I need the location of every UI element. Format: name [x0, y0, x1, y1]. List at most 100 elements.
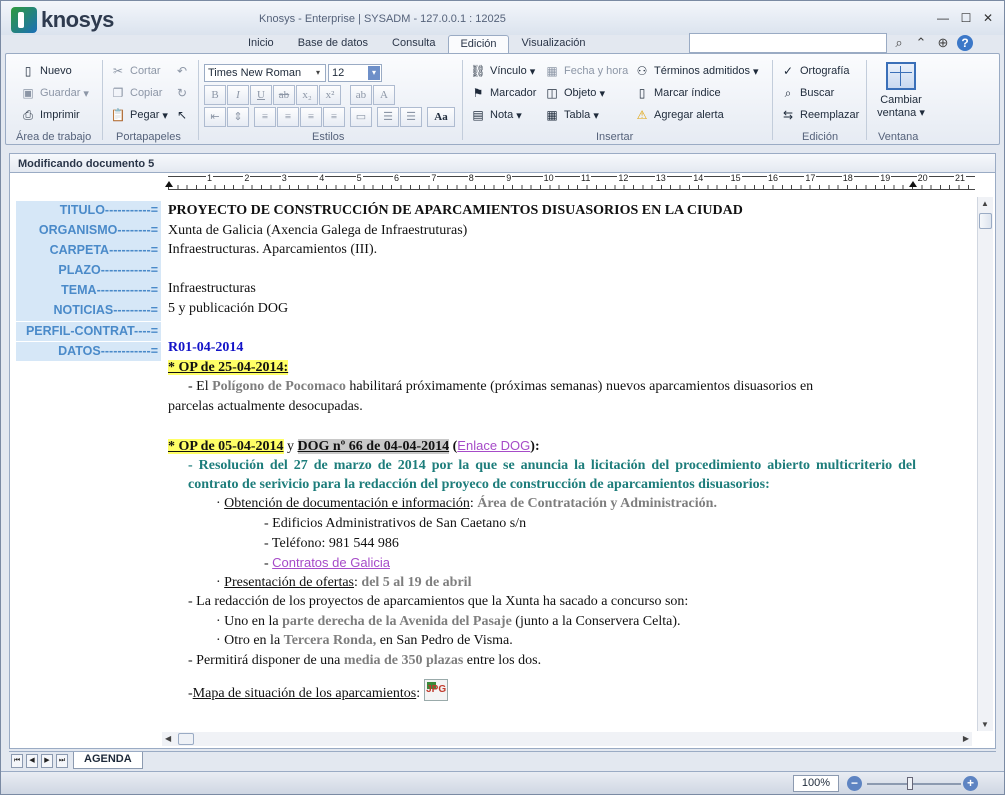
tab-base-de-datos[interactable]: Base de datos	[287, 35, 379, 53]
save-button[interactable]: ▣ Guardar ▾	[20, 84, 89, 102]
print-icon: ⎙	[23, 108, 33, 122]
bold-button[interactable]: B	[204, 85, 226, 105]
change-window-button[interactable]: Cambiar ventana ▾	[872, 62, 930, 119]
zoom-level[interactable]: 100%	[793, 775, 839, 792]
vertical-scrollbar[interactable]: ▲ ▼	[977, 197, 993, 731]
zoom-out-icon[interactable]: −	[847, 776, 862, 791]
search-icon[interactable]: ⌕	[891, 35, 907, 51]
font-size-select[interactable]: 12 ▾	[328, 64, 382, 82]
next-sheet-icon[interactable]: ▶	[41, 754, 53, 768]
zoom-slider[interactable]	[867, 783, 961, 785]
select-button[interactable]: ↖	[174, 106, 194, 124]
document-content[interactable]: PROYECTO DE CONSTRUCCIÓN DE APARCAMIENTO…	[168, 201, 916, 701]
maximize-icon[interactable]: ☐	[959, 12, 973, 24]
dog-link[interactable]: Enlace DOG	[457, 438, 530, 453]
sheet-tab-agenda[interactable]: AGENDA	[73, 752, 143, 769]
link-button[interactable]: ⛓ Vínculo ▾	[470, 62, 535, 80]
copy-icon: ❐	[112, 86, 124, 100]
top-toolbar-icons: ⌕ ⌃ ⊕ ?	[891, 35, 973, 51]
group-label-edit: Edición	[802, 131, 839, 143]
spelling-button[interactable]: ✓ Ortografía	[780, 62, 850, 80]
help-icon[interactable]: ?	[957, 35, 973, 51]
mark-index-button[interactable]: ▯ Marcar índice	[634, 84, 721, 102]
minimize-icon[interactable]: —	[936, 12, 950, 24]
date-time-button[interactable]: ▦ Fecha y hora	[544, 62, 628, 80]
replace-button[interactable]: ⇆ Reemplazar	[780, 106, 859, 124]
table-button[interactable]: ▦ Tabla ▾	[544, 106, 599, 124]
decrease-indent-icon[interactable]: ⇤	[204, 107, 226, 127]
logo-text: knosys	[41, 7, 114, 32]
add-alert-button[interactable]: ⚠ Agregar alerta	[634, 106, 724, 124]
quick-search-input[interactable]	[689, 33, 887, 53]
subscript-button[interactable]: x₂	[296, 85, 318, 105]
scroll-up-icon[interactable]: ▲	[981, 199, 989, 208]
globe-icon[interactable]: ⊕	[935, 35, 951, 51]
align-center-icon[interactable]: ≡	[277, 107, 299, 127]
scroll-right-icon[interactable]: ▶	[963, 734, 969, 743]
object-icon: ◫	[546, 86, 558, 100]
bullet-list-icon[interactable]: ☰	[377, 107, 399, 127]
prev-sheet-icon[interactable]: ◀	[26, 754, 38, 768]
proj2-text: Otro en la	[224, 633, 284, 649]
paste-button[interactable]: 📋 Pegar ▾	[110, 106, 168, 124]
new-button[interactable]: ▯ Nuevo	[20, 62, 72, 80]
scroll-left-icon[interactable]: ◀	[165, 734, 171, 743]
op2-conj: y	[283, 439, 298, 455]
jpg-label: JPG	[426, 684, 447, 696]
zoom-slider-thumb[interactable]	[907, 777, 913, 790]
contracts-link[interactable]: Contratos de Galicia	[272, 555, 390, 570]
font-family-select[interactable]: Times New Roman ▾	[204, 64, 326, 82]
first-sheet-icon[interactable]: ⏮	[11, 754, 23, 768]
strikethrough-button[interactable]: ab	[273, 85, 295, 105]
underline-button[interactable]: U	[250, 85, 272, 105]
tab-edicion[interactable]: Edición	[448, 35, 509, 53]
tab-visualizacion[interactable]: Visualización	[511, 35, 597, 53]
redo-button[interactable]: ↻	[174, 84, 194, 102]
news-value: 5 y publicación DOG	[168, 300, 289, 316]
superscript-button[interactable]: x²	[319, 85, 341, 105]
print-button[interactable]: ⎙ Imprimir	[20, 106, 80, 124]
borders-icon[interactable]: ▭	[350, 107, 372, 127]
op1-heading: * OP de 25-04-2014:	[168, 358, 916, 378]
horizontal-scrollbar[interactable]: ◀ ▶	[162, 732, 972, 746]
copy-button[interactable]: ❐ Copiar	[110, 84, 163, 102]
save-icon: ▣	[22, 86, 34, 100]
justify-icon[interactable]: ≡	[323, 107, 345, 127]
note-button[interactable]: ▤ Nota ▾	[470, 106, 522, 124]
align-left-icon[interactable]: ≡	[254, 107, 276, 127]
scroll-down-icon[interactable]: ▼	[981, 720, 989, 729]
jpg-attachment-icon[interactable]: JPG	[424, 678, 449, 701]
find-button[interactable]: ⌕ Buscar	[780, 84, 835, 102]
vertical-scroll-thumb[interactable]	[979, 213, 992, 229]
cut-button[interactable]: ✂ Cortar	[110, 62, 161, 80]
close-icon[interactable]: ✕	[981, 12, 995, 24]
ribbon: ▯ Nuevo ▣ Guardar ▾ ⎙ Imprimir Área de trab…	[5, 53, 1000, 145]
last-sheet-icon[interactable]: ⏭	[56, 754, 68, 768]
capacity-text: entre los dos.	[463, 653, 542, 669]
ruler-number: 21	[954, 173, 967, 183]
font-color-button[interactable]: A	[373, 85, 395, 105]
tab-consulta[interactable]: Consulta	[381, 35, 446, 53]
field-label-titulo: TITULO-----------=	[16, 201, 161, 221]
admitted-terms-button[interactable]: ⚇ Términos admitidos ▾	[634, 62, 759, 80]
numbered-list-icon[interactable]: ☰	[400, 107, 422, 127]
line-spacing-icon[interactable]: ⇕	[227, 107, 249, 127]
ruler[interactable]: 1 2 3 4 5 6 7 8 9 10 11 12 13 14 15 16 17 18 19 20 21	[9, 173, 996, 195]
zoom-in-icon[interactable]: +	[963, 776, 978, 791]
object-button[interactable]: ◫ Objeto ▾	[544, 84, 605, 102]
left-indent-marker[interactable]	[165, 181, 173, 187]
op1-text: - El	[188, 379, 213, 395]
collapse-ribbon-icon[interactable]: ⌃	[913, 35, 929, 51]
tab-inicio[interactable]: Inicio	[237, 35, 285, 53]
document-editor[interactable]: TITULO-----------= ORGANISMO--------= CA…	[9, 195, 996, 749]
right-indent-marker[interactable]	[909, 181, 917, 187]
paste-icon: 📋	[110, 108, 126, 122]
undo-button[interactable]: ↶	[174, 62, 194, 80]
new-document-icon: ▯	[24, 64, 32, 78]
align-right-icon[interactable]: ≡	[300, 107, 322, 127]
italic-button[interactable]: I	[227, 85, 249, 105]
bookmark-button[interactable]: ⚑ Marcador	[470, 84, 537, 102]
highlight-button[interactable]: ab	[350, 85, 372, 105]
horizontal-scroll-thumb[interactable]	[178, 733, 194, 745]
change-case-button[interactable]: Aa	[427, 107, 455, 127]
